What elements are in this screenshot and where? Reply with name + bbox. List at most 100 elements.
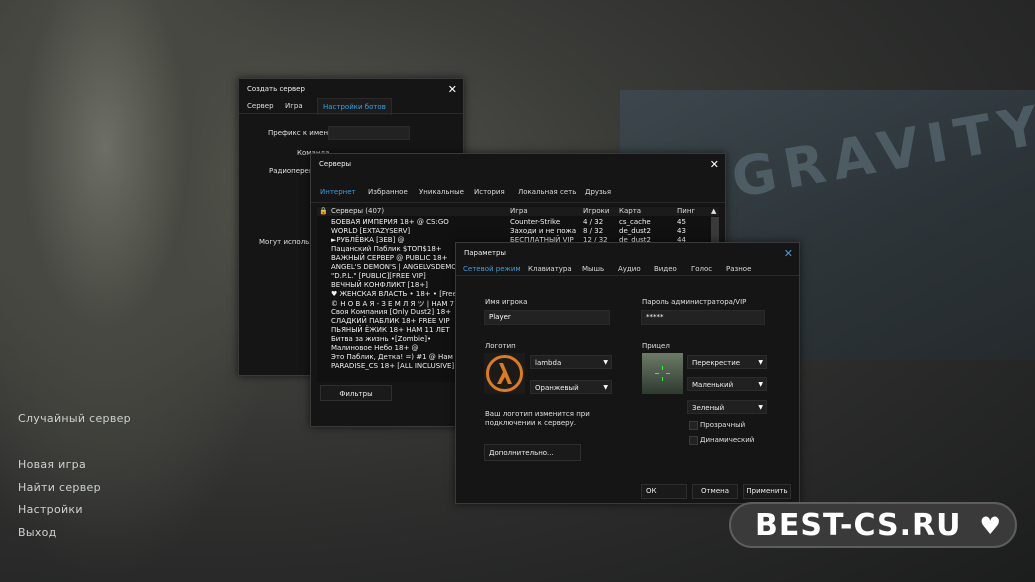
cell-players: 8 / 32 xyxy=(583,227,604,235)
tab-server[interactable]: Сервер xyxy=(247,102,274,110)
close-icon[interactable]: ✕ xyxy=(448,84,457,95)
close-icon[interactable]: ✕ xyxy=(710,159,719,170)
scroll-up-icon[interactable]: ▲ xyxy=(711,207,716,215)
player-name-input[interactable]: Player xyxy=(484,310,610,325)
logo-preview xyxy=(484,353,525,394)
table-row[interactable]: БОЕВАЯ ИМПЕРИЯ 18+ @ CS:GO Counter-Strike… xyxy=(317,218,719,227)
admin-pass-label: Пароль администратора/VIP xyxy=(642,298,747,306)
window-title: Параметры xyxy=(464,249,506,257)
col-header-game[interactable]: Игра xyxy=(510,207,528,215)
tab-keyboard[interactable]: Клавиатура xyxy=(528,265,572,273)
cell-ping: 43 xyxy=(677,227,686,235)
crosshair-size-select[interactable]: Маленький ▼ xyxy=(687,377,767,391)
cell-name: "D.P.L." [PUBLIC][FREE VIP] xyxy=(331,272,426,280)
tab-video[interactable]: Видео xyxy=(654,265,677,273)
can-use-label: Могут использ xyxy=(259,238,314,246)
tab-divider xyxy=(456,275,799,276)
logo-color-value: Оранжевый xyxy=(535,384,579,392)
scrollbar-thumb[interactable] xyxy=(711,217,719,245)
tab-mouse[interactable]: Мышь xyxy=(582,265,604,273)
col-header-name[interactable]: Серверы (407) xyxy=(331,207,384,215)
tab-audio[interactable]: Аудио xyxy=(618,265,641,273)
cell-name: Своя Компания [Only Dust2] 18+ xyxy=(331,308,452,316)
cell-game: Counter-Strike xyxy=(510,218,561,226)
logo-select[interactable]: lambda ▼ xyxy=(530,355,612,369)
crosshair-label: Прицел xyxy=(642,342,670,350)
logo-select-value: lambda xyxy=(535,359,562,367)
col-header-map[interactable]: Карта xyxy=(619,207,641,215)
cell-name: БОЕВАЯ ИМПЕРИЯ 18+ @ CS:GO xyxy=(331,218,449,226)
menu-settings[interactable]: Настройки xyxy=(18,503,83,516)
tab-friends[interactable]: Друзья xyxy=(585,188,611,196)
transparent-label: Прозрачный xyxy=(700,421,746,429)
params-window: Параметры ✕ Сетевой режим Клавиатура Мыш… xyxy=(455,242,800,504)
chevron-down-icon: ▼ xyxy=(758,404,763,411)
crosshair-type-select[interactable]: Перекрестие ▼ xyxy=(687,355,767,369)
prefix-input[interactable] xyxy=(328,126,410,140)
menu-new-game[interactable]: Новая игра xyxy=(18,458,86,471)
tab-unique[interactable]: Уникальные xyxy=(419,188,464,196)
cell-name: ВАЖНЫЙ СЕРВЕР @ PUBLIC 18+ xyxy=(331,254,448,262)
cell-players: 4 / 32 xyxy=(583,218,604,226)
tab-favorites[interactable]: Избранное xyxy=(368,188,408,196)
logo-color-select[interactable]: Оранжевый ▼ xyxy=(530,380,612,394)
advanced-button[interactable]: Дополнительно... xyxy=(484,444,581,461)
cell-name: ANGEL'S DEMON'S | ANGELVSDEMON.RU xyxy=(331,263,475,271)
menu-exit[interactable]: Выход xyxy=(18,526,57,539)
lambda-logo-icon xyxy=(486,355,523,392)
cancel-button[interactable]: Отмена xyxy=(692,484,738,499)
cell-name: Это Паблик, Детка! =) #1 @ Нам 7 Лет xyxy=(331,353,476,361)
logo-label: Логотип xyxy=(485,342,516,350)
cell-name: WORLD [EXTAZYSERV] xyxy=(331,227,411,235)
tab-voice[interactable]: Голос xyxy=(691,265,712,273)
col-header-players[interactable]: Игроки xyxy=(583,207,609,215)
cell-map: cs_cache xyxy=(619,218,651,226)
heart-icon: ♥ xyxy=(979,512,1001,540)
tab-lan[interactable]: Локальная сеть xyxy=(518,188,576,196)
menu-find-server[interactable]: Найти сервер xyxy=(18,481,101,494)
watermark-text: BEST-CS.RU xyxy=(755,508,962,543)
cell-name: Битва за жизнь •[Zombie]• xyxy=(331,335,432,343)
tab-game[interactable]: Игра xyxy=(285,102,303,110)
ok-button[interactable]: ОК xyxy=(641,484,687,499)
dynamic-checkbox[interactable] xyxy=(689,436,698,445)
logo-note: Ваш логотип изменится при подключении к … xyxy=(485,410,590,427)
tab-history[interactable]: История xyxy=(474,188,505,196)
cell-name: СЛАДКИЙ ПАБЛИК 18+ FREE VIP xyxy=(331,317,450,325)
server-list-header: 🔒 Серверы (407) Игра Игроки Карта Пинг ▲ xyxy=(317,207,719,216)
menu-random-server[interactable]: Случайный сервер xyxy=(18,412,131,425)
close-icon[interactable]: ✕ xyxy=(784,248,793,259)
filters-button[interactable]: Фильтры xyxy=(320,385,392,401)
apply-button[interactable]: Применить xyxy=(743,484,791,499)
tab-misc[interactable]: Разное xyxy=(726,265,751,273)
cell-name: Пацанский Паблик $ТОП$18+ xyxy=(331,245,442,253)
cell-game: Заходи и не пожа xyxy=(510,227,577,235)
col-header-ping[interactable]: Пинг xyxy=(677,207,695,215)
crosshair-type-value: Перекрестие xyxy=(692,359,741,367)
chevron-down-icon: ▼ xyxy=(603,359,608,366)
chevron-down-icon: ▼ xyxy=(603,384,608,391)
admin-pass-input[interactable]: ***** xyxy=(641,310,765,325)
chevron-down-icon: ▼ xyxy=(758,381,763,388)
crosshair-icon xyxy=(655,366,670,381)
crosshair-preview xyxy=(642,353,683,394)
lock-icon: 🔒 xyxy=(319,207,328,215)
tab-divider xyxy=(239,113,463,114)
window-title: Создать сервер xyxy=(247,85,305,93)
dynamic-label: Динамический xyxy=(700,436,755,444)
cell-name: ♥ ЖЕНСКАЯ ВЛАСТЬ • 18+ • [Free VIP] xyxy=(331,290,473,298)
cell-name: Малиновое Небо 18+ @ xyxy=(331,344,419,352)
chevron-down-icon: ▼ xyxy=(758,359,763,366)
crosshair-color-value: Зеленый xyxy=(692,404,725,412)
cell-name: ВЕЧНЫЙ КОНФЛИКТ [18+] xyxy=(331,281,428,289)
crosshair-color-select[interactable]: Зеленый ▼ xyxy=(687,400,767,414)
table-row[interactable]: WORLD [EXTAZYSERV] Заходи и не пожа 8 / 32… xyxy=(317,227,719,236)
tab-network[interactable]: Сетевой режим xyxy=(463,265,521,273)
cell-name: PARADISE_CS 18+ [ALL INCLUSIVE] xyxy=(331,362,455,370)
transparent-checkbox[interactable] xyxy=(689,421,698,430)
cell-ping: 45 xyxy=(677,218,686,226)
cell-name: ПЬЯНЫЙ ЁЖИК 18+ НАМ 11 ЛЕТ xyxy=(331,326,450,334)
player-name-label: Имя игрока xyxy=(485,298,528,306)
site-watermark: BEST-CS.RU ♥ xyxy=(729,502,1017,548)
tab-internet[interactable]: Интернет xyxy=(320,188,356,196)
